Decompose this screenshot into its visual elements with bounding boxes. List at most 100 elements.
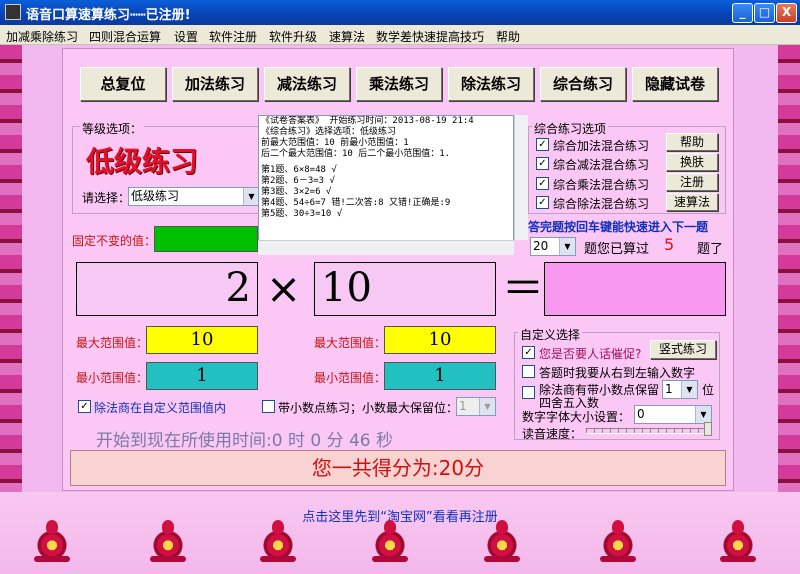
right-min-input[interactable]: 1	[384, 362, 496, 390]
log-line: 后二个最大范围值：10 后二个最小范围值：1.	[261, 149, 451, 159]
flower-ornament-icon	[718, 520, 758, 566]
log-line: 第2题、6－3=3 √	[261, 176, 335, 186]
fixed-value-field[interactable]	[154, 226, 258, 252]
level-group-label: 等级选项：	[80, 120, 145, 137]
score-display: 您一共得分为:20分	[70, 450, 726, 486]
level-select-label: 请选择：	[82, 191, 131, 205]
chevron-down-icon[interactable]: ▼	[681, 381, 697, 398]
log-line: 前最大范围值：10 前最小范围值：1	[261, 138, 409, 148]
level-select[interactable]: 低级练习 ▼	[128, 187, 260, 206]
log-line: 第4题、54÷6=7 错!二次答:8 又错!正确是:9	[261, 198, 451, 208]
rtl-label: 答题时我要从右到左输入数字	[539, 366, 696, 380]
speed-slider[interactable]	[586, 428, 712, 434]
count-suffix: 题了	[697, 242, 724, 257]
left-max-label: 最大范围值：	[76, 336, 149, 350]
rtl-checkbox[interactable]	[522, 365, 535, 378]
mixed-options-label: 综合练习选项	[532, 120, 609, 137]
decimal-select-value: 1	[459, 399, 467, 413]
flower-ornament-icon	[598, 520, 638, 566]
left-max-input[interactable]: 10	[146, 326, 258, 354]
fast-method-button[interactable]: 速算法	[666, 193, 718, 211]
elapsed-time: 开始到现在所使用时间:0 时 0 分 46 秒	[96, 431, 394, 451]
log-line: 第5题、30÷3=10 √	[261, 209, 343, 219]
round-select[interactable]: 1 ▼	[662, 380, 698, 399]
log-horizontal-scrollbar[interactable]	[258, 240, 514, 255]
log-line: 第3题、3×2=6 √	[261, 187, 332, 197]
mixed-div-checkbox[interactable]: ✓	[536, 196, 549, 209]
chevron-down-icon[interactable]: ▼	[479, 398, 495, 415]
menu-mixed[interactable]: 四则混合运算	[89, 28, 161, 45]
enter-hint: 答完题按回车键能快速进入下一题	[528, 220, 709, 234]
first-operand: 2	[225, 265, 251, 311]
mixed-add-label: 综合加法混合练习	[553, 139, 650, 153]
subtraction-button[interactable]: 减法练习	[264, 67, 350, 101]
chevron-down-icon[interactable]: ▼	[695, 406, 711, 423]
second-operand-field[interactable]: 10	[314, 262, 496, 316]
close-button[interactable]: X	[776, 3, 797, 23]
menu-settings[interactable]: 设置	[174, 28, 198, 45]
equals-sign: ＝	[502, 264, 545, 313]
mixed-div-label: 综合除法混合练习	[553, 197, 650, 211]
round-select-value: 1	[665, 382, 673, 396]
reset-button[interactable]: 总复位	[80, 67, 166, 101]
menu-help[interactable]: 帮助	[496, 28, 520, 45]
round-checkbox[interactable]	[522, 386, 535, 399]
division-button[interactable]: 除法练习	[448, 67, 534, 101]
menu-arith[interactable]: 加减乘除练习	[6, 28, 78, 45]
first-operand-field[interactable]: 2	[76, 262, 258, 316]
left-min-input[interactable]: 1	[146, 362, 258, 390]
minimize-button[interactable]: _	[732, 3, 753, 23]
decimal-checkbox[interactable]	[262, 400, 275, 413]
right-min-label: 最小范围值：	[314, 371, 387, 385]
mixed-mul-label: 综合乘法混合练习	[553, 178, 650, 192]
menu-tips[interactable]: 数学差快速提高技巧	[376, 28, 484, 45]
app-icon	[5, 4, 21, 20]
skin-button[interactable]: 换肤	[666, 153, 718, 171]
chevron-down-icon[interactable]: ▼	[559, 238, 575, 255]
speed-slider-thumb[interactable]	[704, 422, 712, 436]
flower-ornament-icon	[32, 520, 72, 566]
menu-bar: 加减乘除练习 四则混合运算 设置 软件注册 软件升级 速算法 数学差快速提高技巧…	[0, 25, 800, 45]
window-title: 语音口算速算练习┅┅已注册!	[26, 8, 191, 23]
round-unit: 位	[702, 383, 715, 397]
log-vertical-scrollbar[interactable]	[514, 115, 528, 240]
maximize-button[interactable]: □	[754, 3, 775, 23]
answer-log[interactable]: 《试卷答案表》 开始练习时间：2013-08-19 21:4 《综合练习》选择选…	[258, 115, 514, 255]
mixed-add-checkbox[interactable]: ✓	[536, 138, 549, 151]
log-line: 《试卷答案表》 开始练习时间：2013-08-19 21:4	[261, 116, 474, 126]
flower-ornament-icon	[370, 520, 410, 566]
font-size-select[interactable]: 0 ▼	[634, 405, 712, 424]
mixed-mul-checkbox[interactable]: ✓	[536, 177, 549, 190]
flower-ornament-icon	[148, 520, 188, 566]
chevron-down-icon[interactable]: ▼	[243, 188, 259, 205]
mixed-sub-checkbox[interactable]: ✓	[536, 157, 549, 170]
mixed-sub-label: 综合减法混合练习	[553, 158, 650, 172]
register-button[interactable]: 注册	[666, 173, 718, 191]
left-min-label: 最小范围值：	[76, 371, 149, 385]
urge-label: 您是否要人话催促?	[539, 347, 642, 361]
hide-paper-button[interactable]: 隐藏试卷	[632, 67, 718, 101]
div-custom-label: 除法商在自定义范围值内	[94, 401, 227, 415]
font-size-value: 0	[637, 407, 645, 421]
multiplication-button[interactable]: 乘法练习	[356, 67, 442, 101]
level-select-value: 低级练习	[131, 189, 180, 203]
right-max-input[interactable]: 10	[384, 326, 496, 354]
answer-input[interactable]	[544, 262, 726, 316]
menu-register[interactable]: 软件注册	[209, 28, 257, 45]
urge-checkbox[interactable]: ✓	[522, 346, 535, 359]
title-bar: 语音口算速算练习┅┅已注册! _ □ X	[0, 0, 800, 25]
addition-button[interactable]: 加法练习	[172, 67, 258, 101]
decimal-select[interactable]: 1 ▼	[456, 397, 496, 416]
menu-upgrade[interactable]: 软件升级	[269, 28, 317, 45]
help-button[interactable]: 帮助	[666, 133, 718, 151]
count-prefix: 题您已算过	[584, 242, 650, 257]
menu-fast-method[interactable]: 速算法	[329, 28, 365, 45]
vertical-practice-button[interactable]: 竖式练习	[650, 340, 716, 359]
div-custom-checkbox[interactable]: ✓	[78, 400, 91, 413]
right-max-label: 最大范围值：	[314, 336, 387, 350]
mixed-practice-button[interactable]: 综合练习	[540, 67, 626, 101]
question-count-select[interactable]: 20 ▼	[530, 237, 576, 256]
second-operand: 10	[321, 265, 372, 311]
right-decoration	[778, 45, 800, 492]
custom-group-label: 自定义选择	[518, 326, 583, 343]
